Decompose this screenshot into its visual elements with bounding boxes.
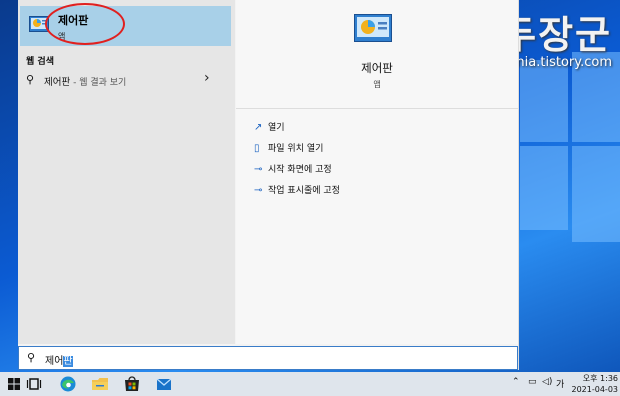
start-search-panel: 제어판 앱 웹 검색 ⚲ 제어판 - 웹 결과 보기 › 제어판 앱 ↗ 열기 ▯… xyxy=(18,0,519,370)
mail-icon[interactable] xyxy=(154,374,174,394)
divider xyxy=(236,108,518,109)
search-icon: ⚲ xyxy=(27,351,36,364)
web-search-result[interactable]: ⚲ 제어판 - 웹 결과 보기 › xyxy=(18,68,235,92)
red-highlight-circle xyxy=(45,3,125,45)
search-typed-text: 제어 xyxy=(45,356,64,367)
pin-icon: ⊸ xyxy=(254,164,263,175)
results-list: 제어판 앱 웹 검색 ⚲ 제어판 - 웹 결과 보기 › xyxy=(18,0,235,344)
action-open[interactable]: ↗ 열기 xyxy=(254,120,285,138)
web-search-heading: 웹 검색 xyxy=(26,57,54,67)
chevron-up-icon[interactable]: ⌃ xyxy=(512,377,520,387)
clock-date: 2021-04-03 xyxy=(571,385,619,394)
start-windows-icon[interactable] xyxy=(4,374,24,394)
action-pin-to-start[interactable]: ⊸ 시작 화면에 고정 xyxy=(254,162,332,180)
clock[interactable]: 오후 1:36 2021-04-03 xyxy=(572,373,619,395)
search-box[interactable]: ⚲ 제어판 xyxy=(18,346,518,370)
edge-browser-icon[interactable] xyxy=(58,374,78,394)
speaker-icon[interactable]: ◁) xyxy=(542,377,552,387)
web-query: 제어판 xyxy=(44,77,71,88)
network-icon[interactable]: ▭ xyxy=(528,377,537,387)
windows-logo-wallpaper xyxy=(520,52,620,320)
microsoft-store-icon[interactable] xyxy=(122,374,142,394)
detail-subtitle: 앱 xyxy=(373,80,381,89)
action-open-file-location-label: 파일 위치 열기 xyxy=(268,144,324,154)
search-icon: ⚲ xyxy=(26,73,35,86)
detail-pane: 제어판 앱 ↗ 열기 ▯ 파일 위치 열기 ⊸ 시작 화면에 고정 ⊸ 작업 표시줄에 … xyxy=(236,0,518,344)
web-result-hint: - 웹 결과 보기 xyxy=(70,78,127,88)
action-open-label: 열기 xyxy=(268,123,285,133)
action-pin-to-taskbar-label: 작업 표시줄에 고정 xyxy=(268,186,340,196)
action-pin-to-taskbar[interactable]: ⊸ 작업 표시줄에 고정 xyxy=(254,183,340,201)
action-open-file-location[interactable]: ▯ 파일 위치 열기 xyxy=(254,141,323,159)
open-icon: ↗ xyxy=(254,122,263,133)
file-explorer-icon[interactable] xyxy=(90,374,110,394)
taskbar: ⌃ ▭ ◁) 가 오후 1:36 2021-04-03 xyxy=(0,372,620,396)
detail-title: 제어판 xyxy=(361,61,393,75)
task-view-icon[interactable] xyxy=(24,374,44,394)
search-selected-text: 판 xyxy=(63,356,73,367)
control-panel-large-icon xyxy=(354,14,392,42)
pin-icon: ⊸ xyxy=(254,185,263,196)
input-method-toggle[interactable]: 가 xyxy=(556,377,564,390)
chevron-right-icon[interactable]: › xyxy=(204,70,210,86)
clock-time: 오후 1:36 xyxy=(582,374,618,383)
action-pin-to-start-label: 시작 화면에 고정 xyxy=(268,165,332,175)
file-icon: ▯ xyxy=(254,143,260,154)
